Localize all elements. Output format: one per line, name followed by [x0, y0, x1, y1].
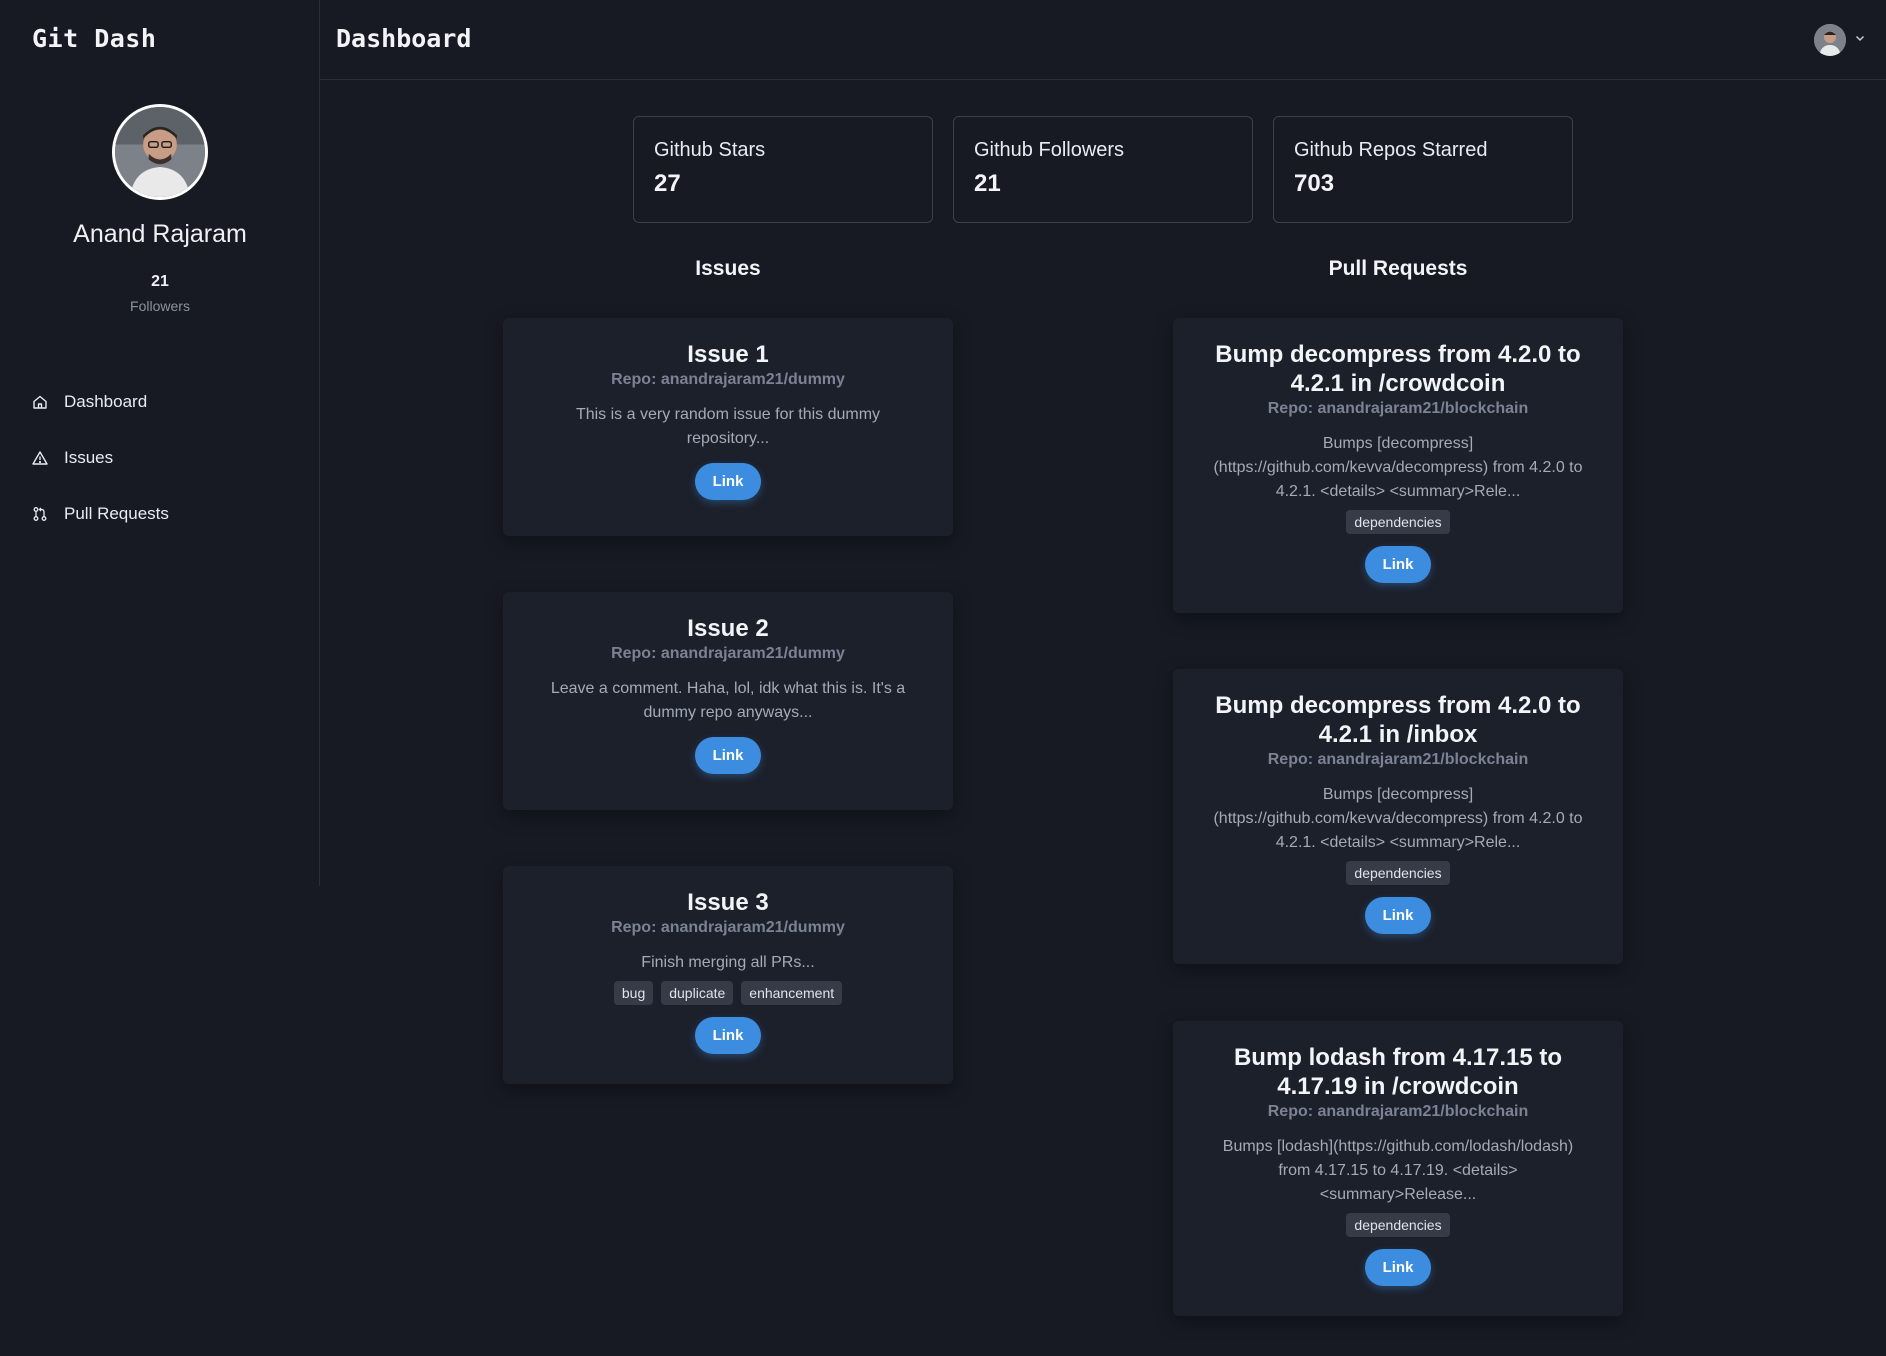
issue-card: Issue 3 Repo: anandrajaram21/dummy Finis… [503, 866, 953, 1084]
followers-label: Followers [130, 298, 190, 314]
issue-body: Finish merging all PRs... [641, 954, 815, 971]
pull-request-card: Bump decompress from 4.2.0 to 4.2.1 in /… [1173, 318, 1623, 613]
chevron-down-icon [1854, 31, 1866, 49]
issue-title: Issue 3 [687, 889, 769, 916]
stat-card-followers: Github Followers 21 [953, 116, 1253, 223]
pr-body: Bumps [decompress](https://github.com/ke… [1213, 435, 1583, 500]
stat-card-repos-starred: Github Repos Starred 703 [1273, 116, 1573, 223]
tag-badge[interactable]: bug [613, 981, 654, 1005]
issue-link-button[interactable]: Link [694, 1017, 762, 1054]
pr-repo: Repo: anandrajaram21/blockchain [1267, 751, 1529, 768]
pull-request-card: Bump decompress from 4.2.0 to 4.2.1 in /… [1173, 669, 1623, 964]
user-menu[interactable] [1814, 24, 1866, 56]
issue-title: Issue 2 [687, 615, 769, 642]
issue-body: Leave a comment. Haha, lol, idk what thi… [550, 680, 906, 721]
profile-name: Anand Rajaram [73, 220, 247, 248]
sidebar-item-label: Issues [64, 448, 114, 467]
stat-value: 27 [654, 170, 681, 197]
pr-link-button[interactable]: Link [1364, 1249, 1432, 1286]
sidebar-item-label: Dashboard [64, 392, 148, 411]
pr-tags: dependencies [1213, 510, 1583, 534]
pr-title: Bump lodash from 4.17.15 to 4.17.19 in /… [1233, 1044, 1563, 1100]
sidebar: Git Dash Anand Rajaram 21 Followers Dash… [0, 0, 320, 886]
pull-request-card: Bump lodash from 4.17.15 to 4.17.19 in /… [1173, 1021, 1623, 1316]
pr-body: Bumps [decompress](https://github.com/ke… [1213, 786, 1583, 851]
sidebar-item-issues[interactable]: Issues [32, 430, 292, 486]
pr-tags: dependencies [1213, 861, 1583, 885]
issue-link-button[interactable]: Link [694, 737, 762, 774]
warning-triangle-icon [32, 450, 48, 466]
issue-title: Issue 1 [687, 341, 769, 368]
pr-title: Bump decompress from 4.2.0 to 4.2.1 in /… [1215, 692, 1581, 748]
user-avatar [1814, 24, 1846, 56]
issue-link-button[interactable]: Link [694, 463, 762, 500]
issue-card: Issue 2 Repo: anandrajaram21/dummy Leave… [503, 592, 953, 810]
sidebar-item-pull-requests[interactable]: Pull Requests [32, 486, 292, 542]
stat-card-stars: Github Stars 27 [633, 116, 933, 223]
sidebar-item-label: Pull Requests [64, 504, 169, 523]
avatar-photo-icon [115, 107, 205, 197]
git-pull-request-icon [32, 506, 48, 522]
sidebar-nav: Dashboard Issues Pull Requests [32, 374, 292, 542]
tag-badge[interactable]: dependencies [1346, 510, 1450, 534]
home-icon [32, 394, 48, 410]
pr-body: Bumps [lodash](https://github.com/lodash… [1222, 1138, 1574, 1203]
pull-requests-heading: Pull Requests [1328, 257, 1468, 280]
tag-badge[interactable]: dependencies [1346, 1213, 1450, 1237]
avatar-photo-icon [1814, 24, 1846, 56]
topbar: Dashboard [320, 0, 1886, 80]
issue-repo: Repo: anandrajaram21/dummy [611, 645, 845, 662]
app-brand[interactable]: Git Dash [32, 24, 156, 53]
tag-badge[interactable]: enhancement [741, 981, 843, 1005]
issue-card: Issue 1 Repo: anandrajaram21/dummy This … [503, 318, 953, 536]
stat-label: Github Followers [974, 139, 1125, 161]
pr-title: Bump decompress from 4.2.0 to 4.2.1 in /… [1215, 341, 1581, 397]
pr-tags: dependencies [1213, 1213, 1583, 1237]
stat-value: 703 [1294, 170, 1335, 197]
sidebar-item-dashboard[interactable]: Dashboard [32, 374, 292, 430]
tag-badge[interactable]: duplicate [661, 981, 734, 1005]
pr-repo: Repo: anandrajaram21/blockchain [1267, 1103, 1529, 1120]
issue-tags: bug duplicate enhancement [543, 981, 913, 1005]
page-title: Dashboard [336, 24, 472, 53]
issues-heading: Issues [695, 257, 761, 280]
stat-label: Github Repos Starred [1294, 139, 1488, 161]
issue-repo: Repo: anandrajaram21/dummy [611, 371, 845, 388]
stat-value: 21 [974, 170, 1001, 197]
issue-body: This is a very random issue for this dum… [575, 406, 881, 447]
pr-repo: Repo: anandrajaram21/blockchain [1267, 400, 1529, 417]
pr-link-button[interactable]: Link [1364, 546, 1432, 583]
issue-repo: Repo: anandrajaram21/dummy [611, 919, 845, 936]
profile-avatar [112, 104, 208, 200]
pr-link-button[interactable]: Link [1364, 897, 1432, 934]
tag-badge[interactable]: dependencies [1346, 861, 1450, 885]
followers-count: 21 [151, 273, 169, 290]
stat-label: Github Stars [654, 139, 766, 161]
